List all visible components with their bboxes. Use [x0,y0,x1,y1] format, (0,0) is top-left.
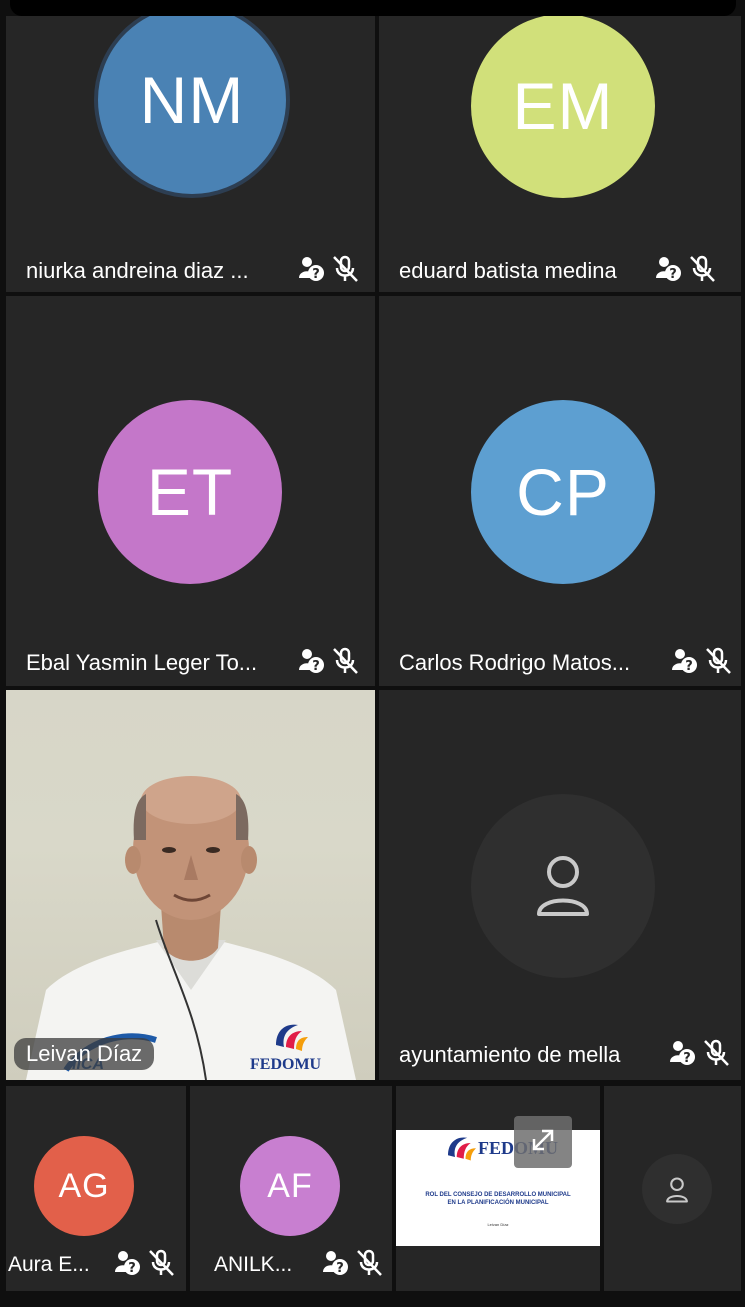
person-question-icon: ? [671,646,699,676]
participant-name: Ebal Yasmin Leger To... [26,650,258,675]
svg-text:?: ? [312,267,320,282]
participant-video-tile[interactable]: FEDOMU IICA Leivan Díaz [6,690,375,1080]
participant-status-icons: ? [655,254,717,284]
mic-off-icon [701,1038,731,1068]
participant-name: ANILK... [214,1253,293,1276]
participant-tile-nm[interactable]: NM niurka andreina diaz ... ? [6,16,375,292]
participant-name: Carlos Rodrigo Matos... [399,650,631,675]
participant-status-icons: ? [671,646,733,676]
svg-text:?: ? [336,1261,344,1276]
person-question-icon: ? [298,254,326,284]
participant-status-icons: ? [114,1248,176,1278]
mic-off-icon [687,254,717,284]
participant-status-icons: ? [322,1248,384,1278]
svg-text:?: ? [312,659,320,674]
top-status-bar [10,0,736,16]
participant-status-icons: ? [669,1038,731,1068]
person-outline-icon [533,852,593,925]
shirt-logo-text: FEDOMU [250,1056,322,1073]
person-outline-icon [664,1176,690,1209]
mic-off-icon [330,254,360,284]
svg-text:?: ? [669,267,677,282]
mic-off-icon [146,1248,176,1278]
avatar: ET [98,400,282,584]
participant-name: Leivan Díaz [14,1038,155,1070]
svg-text:?: ? [683,1051,691,1066]
participant-name: niurka andreina diaz ... [26,258,249,283]
avatar: AG [34,1136,134,1236]
participant-tile-anon[interactable] [604,1086,741,1291]
participant-name: eduard batista medina [399,258,617,283]
participant-tile-et[interactable]: ET Ebal Yasmin Leger To... ? [6,296,375,686]
slide-title-line2: EN LA PLANIFICACIÓN MUNICIPAL [447,1200,549,1206]
avatar: NM [94,16,290,198]
person-question-icon: ? [322,1248,350,1278]
participant-name: Aura E... [8,1253,90,1276]
expand-button[interactable] [514,1116,572,1168]
participant-tile-ayuntamiento[interactable]: ayuntamiento de mella ? [379,690,741,1080]
person-question-icon: ? [655,254,683,284]
mic-off-icon [354,1248,384,1278]
expand-icon [528,1125,558,1160]
person-question-icon: ? [669,1038,697,1068]
participant-status-icons: ? [298,646,360,676]
mic-off-icon [703,646,733,676]
participant-name: ayuntamiento de mella [399,1042,621,1067]
participant-tile-af[interactable]: AF ANILK... ? [190,1086,392,1291]
svg-text:?: ? [128,1261,136,1276]
slide-presenter: Leivan Díaz [487,1222,509,1227]
screen-share-tile[interactable]: FEDOMU ROL DEL CONSEJO DE DESARROLLO MUN… [396,1086,600,1291]
slide-title-line1: ROL DEL CONSEJO DE DESARROLLO MUNICIPAL [425,1192,571,1198]
person-question-icon: ? [298,646,326,676]
svg-text:?: ? [685,659,693,674]
video-feed-person [26,776,356,1080]
participant-tile-ag[interactable]: AG Aura E... ? [6,1086,186,1291]
fedomu-logo-mark [448,1137,476,1161]
person-question-icon: ? [114,1248,142,1278]
participant-tile-em[interactable]: EM eduard batista medina ? [379,16,741,292]
participant-tile-cp[interactable]: CP Carlos Rodrigo Matos... ? [379,296,741,686]
avatar: EM [471,16,655,198]
mic-off-icon [330,646,360,676]
avatar: CP [471,400,655,584]
participant-status-icons: ? [298,254,360,284]
avatar: AF [240,1136,340,1236]
